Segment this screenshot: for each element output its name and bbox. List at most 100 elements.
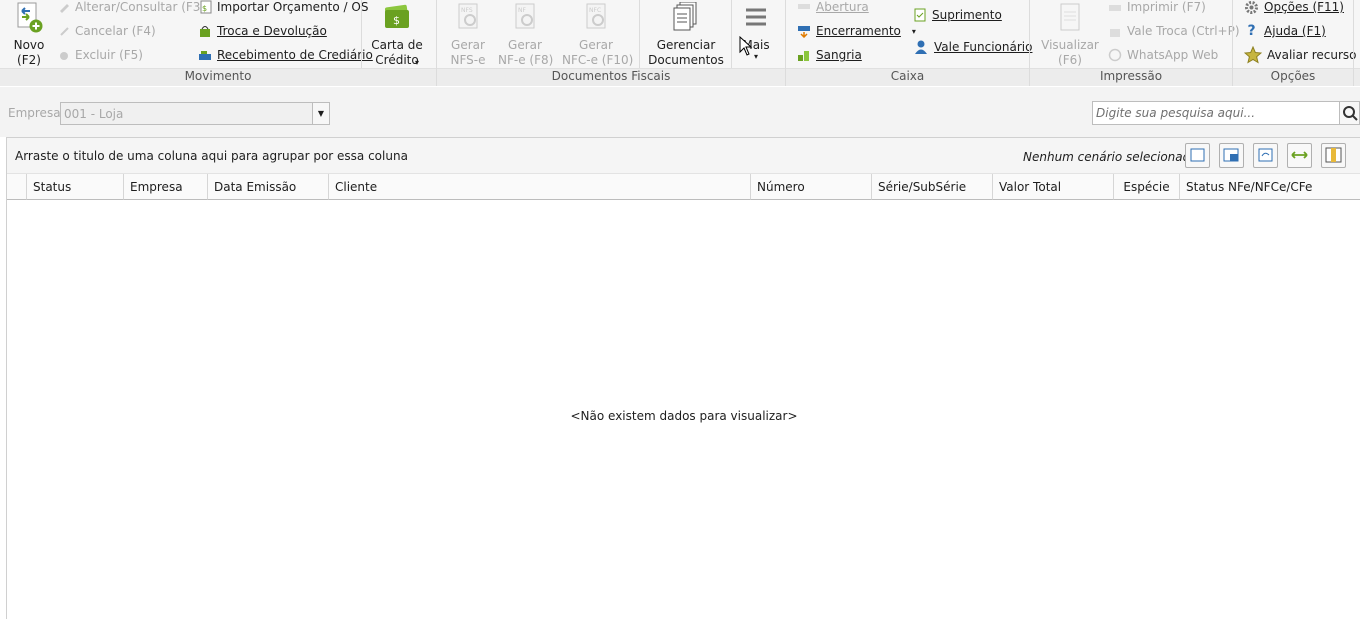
chevron-down-icon: ▼: [317, 109, 325, 118]
gerenciar-label: Gerenciar Documentos: [648, 38, 724, 67]
empresa-value: 001 - Loja: [64, 107, 124, 121]
vale-funcionario-button[interactable]: Vale Funcionário: [913, 37, 1032, 57]
vale-troca-label: Vale Troca (Ctrl+P): [1127, 24, 1240, 38]
mais-button[interactable]: Mais ▾: [737, 2, 775, 66]
separator: [361, 0, 362, 68]
cancelar-button[interactable]: Cancelar (F4): [58, 21, 156, 41]
column-header-serie[interactable]: Série/SubSérie: [872, 174, 993, 200]
chevron-down-icon: ▾: [415, 58, 420, 67]
save-scenario-button[interactable]: [1219, 143, 1244, 168]
suprimento-label: Suprimento: [932, 8, 1002, 22]
gerar-nfce-button[interactable]: NFC Gerar NFC-e (F10): [562, 2, 634, 67]
sangria-button[interactable]: Sangria: [797, 45, 862, 65]
encerramento-button[interactable]: Encerramento ▾: [797, 21, 916, 41]
vale-troca-button[interactable]: Vale Troca (Ctrl+P): [1108, 21, 1240, 41]
opcoes-button[interactable]: Opções (F11): [1244, 0, 1344, 17]
layout-icon: [1190, 148, 1205, 162]
search-input[interactable]: Digite sua pesquisa aqui...: [1092, 101, 1360, 125]
search-button[interactable]: [1339, 102, 1359, 124]
column-chooser-button[interactable]: [1321, 143, 1346, 168]
search-icon: [1343, 106, 1358, 121]
column-header-status-nfe[interactable]: Status NFe/NFCe/CFe: [1180, 174, 1360, 200]
troca-label: Troca e Devolução: [217, 24, 327, 38]
carta-credito-button[interactable]: $ Carta de Crédito ▾: [367, 2, 427, 67]
user-icon: [913, 39, 929, 55]
gerenciar-documentos-button[interactable]: Gerenciar Documentos: [648, 1, 724, 67]
group-caption-impressao: Impressão: [1099, 69, 1163, 83]
recebimento-button[interactable]: Recebimento de Crediário: [198, 45, 373, 65]
excluir-button[interactable]: Excluir (F5): [58, 45, 143, 65]
hamburger-menu-icon: [743, 2, 769, 34]
dropdown-button[interactable]: ▼: [312, 103, 329, 124]
chevron-down-icon: ▾: [911, 26, 916, 36]
expand-horizontal-icon: [1291, 151, 1308, 159]
column-header-cliente[interactable]: Cliente: [329, 174, 751, 200]
shopping-bag-icon: [198, 24, 212, 38]
alterar-button[interactable]: Alterar/Consultar (F3): [58, 0, 205, 17]
group-by-area[interactable]: Arraste o titulo de uma coluna aqui para…: [7, 138, 1360, 174]
whatsapp-button[interactable]: WhatsApp Web: [1108, 45, 1218, 65]
column-header-numero[interactable]: Número: [751, 174, 872, 200]
grid-layout-button[interactable]: [1185, 143, 1210, 168]
data-grid: Arraste o titulo de uma coluna aqui para…: [6, 137, 1360, 619]
restore-scenario-button[interactable]: [1253, 143, 1278, 168]
autofit-columns-button[interactable]: [1287, 143, 1312, 168]
gerar-nfe-button[interactable]: NF Gerar NF-e (F8): [498, 2, 553, 67]
close-register-icon: [797, 24, 811, 39]
column-label: Número: [757, 179, 805, 194]
recebimento-label: Recebimento de Crediário: [217, 48, 373, 62]
column-label: Espécie: [1123, 179, 1170, 194]
column-label: Valor Total: [999, 179, 1062, 194]
delete-icon: [58, 49, 70, 61]
empty-grid-message: <Não existem dados para visualizar>: [570, 409, 798, 423]
group-separator: [1353, 0, 1354, 86]
abertura-label: Abertura: [816, 0, 869, 14]
imprimir-button[interactable]: Imprimir (F7): [1108, 0, 1206, 17]
printer-icon: [1108, 0, 1122, 14]
group-caption-caixa: Caixa: [890, 69, 925, 83]
visualizar-button[interactable]: Visualizar (F6): [1040, 2, 1100, 67]
empresa-label: Empresa:: [8, 106, 65, 120]
cash-register-icon: [198, 48, 212, 62]
import-icon: $: [198, 0, 212, 14]
svg-text:NF: NF: [518, 7, 526, 14]
importar-button[interactable]: $ Importar Orçamento / OS: [198, 0, 368, 17]
empresa-select[interactable]: 001 - Loja ▼: [60, 102, 330, 125]
column-header-valor-total[interactable]: Valor Total: [993, 174, 1114, 200]
group-caption-fiscais: Documentos Fiscais: [551, 69, 671, 83]
gerar-nfce-label: Gerar NFC-e (F10): [562, 38, 634, 67]
column-header-empresa[interactable]: Empresa: [124, 174, 208, 200]
vale-label: Vale Funcionário: [934, 40, 1033, 54]
whatsapp-icon: [1108, 48, 1122, 62]
column-header-especie[interactable]: Espécie: [1114, 174, 1180, 200]
suprimento-button[interactable]: Suprimento: [913, 5, 1002, 25]
preview-document-icon: [1055, 2, 1085, 34]
column-header-data-emissao[interactable]: Data Emissão: [208, 174, 329, 200]
row-indicator-header: [7, 174, 27, 200]
nfse-document-icon: NFS: [453, 2, 483, 34]
novo-button[interactable]: Novo (F2): [8, 2, 50, 67]
group-caption-opcoes: Opções: [1270, 69, 1316, 83]
restore-icon: [1258, 148, 1273, 162]
open-register-icon: [797, 0, 811, 14]
gerar-nfse-button[interactable]: NFS Gerar NFS-e: [446, 2, 490, 67]
troca-button[interactable]: Troca e Devolução: [198, 21, 327, 41]
group-hint: Arraste o titulo de uma coluna aqui para…: [15, 149, 408, 163]
new-document-icon: [14, 2, 44, 34]
nfe-document-icon: NF: [510, 2, 540, 34]
imprimir-label: Imprimir (F7): [1127, 0, 1206, 14]
sangria-label: Sangria: [816, 48, 862, 62]
svg-text:NFC: NFC: [589, 7, 601, 14]
avaliar-recurso-button[interactable]: Avaliar recurso: [1243, 45, 1357, 65]
separator: [731, 0, 732, 68]
novo-label: Novo (F2): [13, 38, 45, 67]
nfce-document-icon: NFC: [581, 2, 611, 34]
ajuda-label: Ajuda (F1): [1264, 24, 1326, 38]
gear-icon: [1244, 0, 1259, 15]
abertura-button[interactable]: Abertura: [797, 0, 869, 17]
encerramento-label: Encerramento: [816, 24, 901, 38]
excluir-label: Excluir (F5): [75, 48, 143, 62]
column-header-status[interactable]: Status: [27, 174, 124, 200]
ajuda-button[interactable]: ? Ajuda (F1): [1244, 21, 1326, 41]
ribbon: Novo (F2) Alterar/Consultar (F3) Cancela…: [0, 0, 1360, 86]
